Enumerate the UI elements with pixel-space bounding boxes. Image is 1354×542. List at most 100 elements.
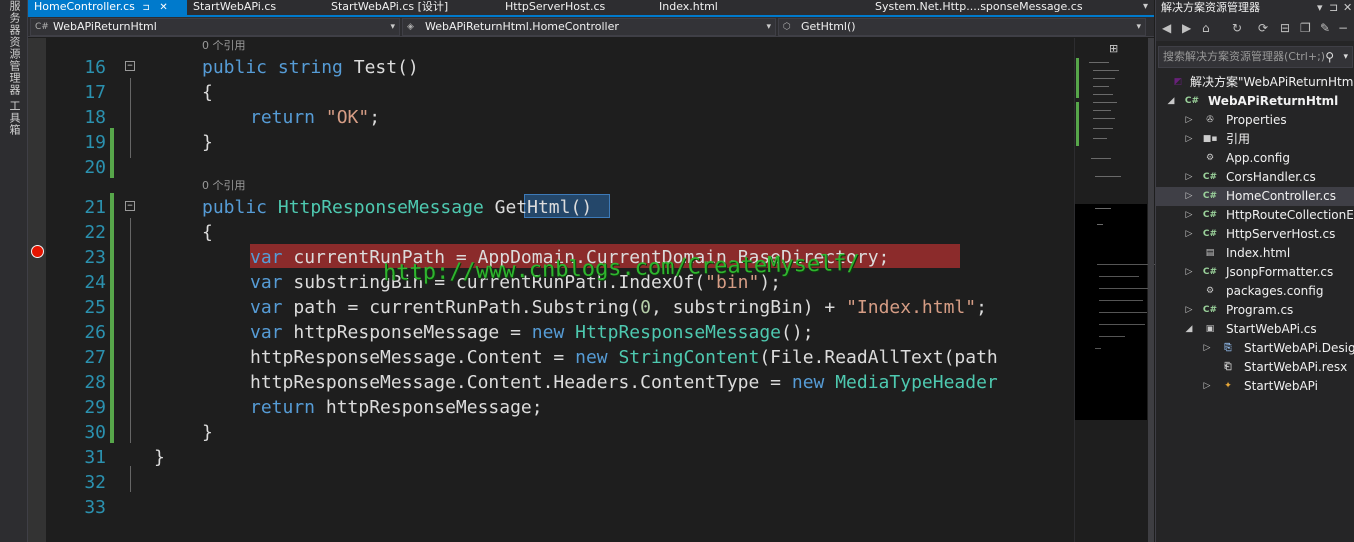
back-icon[interactable]: ◀ [1162,21,1171,35]
home-icon[interactable]: ⌂ [1202,21,1210,35]
tree-item-app-config[interactable]: ⚙ App.config [1156,149,1354,168]
minimap-line [1093,94,1113,95]
resx-file-icon: ⎗ [1224,362,1232,372]
tree-item-references[interactable]: ▷ ■▪ 引用 [1156,130,1354,149]
expanded-arrow-icon[interactable]: ◢ [1184,320,1194,339]
vertical-scrollbar[interactable] [1148,38,1154,542]
minimap-line [1093,128,1113,129]
collapsed-arrow-icon[interactable]: ▷ [1184,301,1194,320]
tree-item-packages-config[interactable]: ⚙ packages.config [1156,282,1354,301]
collapsed-arrow-icon[interactable]: ▷ [1184,225,1194,244]
solution-explorer-toolbar: ◀ ▶ ⌂ ↻ ⟳ ⊟ ❐ ✎ − [1156,17,1354,41]
minimap-line [1091,158,1111,159]
tab-overflow-dropdown-icon[interactable]: ▾ [1143,0,1148,15]
tree-item-jsonpformatter[interactable]: ▷ C# JsonpFormatter.cs [1156,263,1354,282]
split-window-icon[interactable]: ⊞ [1109,42,1118,55]
code-line-30: } [202,422,213,443]
codelens-references[interactable]: 0 个引用 [202,179,246,193]
class-dropdown[interactable]: ◈ WebAPiReturnHtml.HomeController ▾ [402,18,776,36]
minimap-viewport[interactable] [1075,204,1157,420]
collapsed-arrow-icon[interactable]: ▷ [1184,263,1194,282]
codelens-references[interactable]: 0 个引用 [202,39,246,53]
code-line-27: httpResponseMessage.Content = new String… [250,347,998,368]
chevron-down-icon: ▾ [390,22,395,32]
tab-label: System.Net.Http....sponseMessage.cs [875,0,1083,13]
tab-homecontroller[interactable]: HomeController.cs ⊐ ✕ [28,0,187,15]
minus-icon[interactable]: − [1338,21,1348,35]
tree-item-program[interactable]: ▷ C# Program.cs [1156,301,1354,320]
minimap-line [1093,86,1109,87]
chevron-down-icon[interactable]: ▾ [1343,47,1348,67]
form-file-icon: ▣ [1205,324,1215,334]
config-file-icon: ⚙ [1205,153,1215,163]
tab-label: HttpServerHost.cs [505,0,606,13]
collapsed-arrow-icon[interactable]: ▷ [1184,187,1194,206]
tab-label: StartWebAPi.cs [193,0,277,13]
dropdown-icon[interactable]: ▾ [1317,0,1323,16]
scrollbar-minimap[interactable]: ⊞ [1074,38,1157,542]
forward-icon[interactable]: ▶ [1182,21,1191,35]
collapsed-arrow-icon[interactable]: ▷ [1184,130,1194,149]
tab-label: HomeController.cs [34,0,135,13]
expanded-arrow-icon[interactable]: ◢ [1166,92,1176,111]
collapse-all-icon[interactable]: ⊟ [1280,21,1290,35]
collapsed-arrow-icon[interactable]: ▷ [1202,339,1212,358]
project-dropdown[interactable]: C# WebAPiReturnHtml ▾ [30,18,400,36]
collapsed-arrow-icon[interactable]: ▷ [1184,168,1194,187]
line-number: 16 [84,57,106,78]
tree-item-startwebapi-resx[interactable]: ⎗ StartWebAPi.resx [1156,358,1354,377]
pin-icon[interactable]: ⊐ [1329,0,1338,16]
minimap-line [1093,110,1111,111]
collapsed-arrow-icon[interactable]: ▷ [1184,206,1194,225]
line-number: 18 [84,107,106,128]
collapsed-arrow-icon[interactable]: ▷ [1184,111,1194,130]
tab-index-html[interactable]: Index.html [653,0,869,15]
code-line-19: } [202,132,213,153]
tree-item-startwebapi-designer[interactable]: ▷ ⎘ StartWebAPi.Designer.cs [1156,339,1354,358]
sync-icon[interactable]: ↻ [1232,21,1242,35]
minimap-line [1093,78,1115,79]
tab-startwebapi-design[interactable]: StartWebAPi.cs [设计] [325,0,499,15]
chevron-down-icon: ▾ [766,22,771,32]
files-icon[interactable]: ❐ [1300,21,1311,35]
tree-item-project[interactable]: ◢ C# WebAPiReturnHtml [1156,92,1354,111]
tab-httpserverhost[interactable]: HttpServerHost.cs [499,0,653,15]
close-icon[interactable]: ✕ [1343,0,1352,16]
tree-item-startwebapi-class[interactable]: ▷ ✦ StartWebAPi [1156,377,1354,396]
tab-startwebapi[interactable]: StartWebAPi.cs [187,0,325,15]
toolbox-tab[interactable]: 工具箱 [6,100,22,136]
tree-item-properties[interactable]: ▷ ✇ Properties [1156,111,1354,130]
tree-item-corshandler[interactable]: ▷ C# CorsHandler.cs [1156,168,1354,187]
chevron-down-icon: ▾ [1136,22,1141,32]
collapsed-arrow-icon[interactable]: ▷ [1202,377,1212,396]
minimap-line [1093,118,1115,119]
csharp-file-icon: C# [1202,305,1218,315]
tab-system-net-http[interactable]: System.Net.Http....sponseMessage.cs [869,0,1099,15]
pin-icon[interactable]: ⊐ [142,3,150,13]
properties-icon[interactable]: ✎ [1320,21,1330,35]
member-dropdown[interactable]: ⬡ GetHtml() ▾ [778,18,1146,36]
server-explorer-tab[interactable]: 服务器资源管理器 [6,0,22,96]
close-icon[interactable]: ✕ [159,2,167,13]
line-number: 29 [84,397,106,418]
left-tool-strip: 服务器资源管理器 工具箱 [0,0,28,542]
solution-explorer-title: 解决方案资源管理器 ▾ ⊐ ✕ [1156,0,1354,17]
code-line-18: return "OK"; [250,107,381,128]
refresh-icon[interactable]: ⟳ [1258,21,1268,35]
tree-item-index-html[interactable]: ▤ Index.html [1156,244,1354,263]
code-editor[interactable]: 0 个引用 0 个引用 − − 16 17 18 19 20 21 22 23 … [28,38,1074,542]
solution-explorer: 解决方案资源管理器 ▾ ⊐ ✕ ◀ ▶ ⌂ ↻ ⟳ ⊟ ❐ ✎ − 搜索解决方案… [1155,0,1354,542]
code-line-16: public string Test() [202,57,419,78]
search-icon[interactable]: ⚲ [1325,47,1334,67]
search-input[interactable]: 搜索解决方案资源管理器(Ctrl+;) ⚲ ▾ [1158,46,1353,68]
line-number: 23 [84,247,106,268]
minimap-line [1089,62,1109,63]
tree-item-httproutecollectionext[interactable]: ▷ C# HttpRouteCollectionExtensions.cs [1156,206,1354,225]
tree-item-homecontroller[interactable]: ▷ C# HomeController.cs [1156,187,1354,206]
tree-item-solution[interactable]: ◩ 解决方案"WebAPiReturnHtml"(1 个项目) [1156,73,1354,92]
tab-label: Index.html [659,0,718,13]
csharp-file-icon: C# [1202,267,1218,277]
document-tab-bar: HomeController.cs ⊐ ✕ StartWebAPi.cs Sta… [28,0,1154,17]
tree-item-httpserverhost[interactable]: ▷ C# HttpServerHost.cs [1156,225,1354,244]
tree-item-startwebapi[interactable]: ◢ ▣ StartWebAPi.cs [1156,320,1354,339]
